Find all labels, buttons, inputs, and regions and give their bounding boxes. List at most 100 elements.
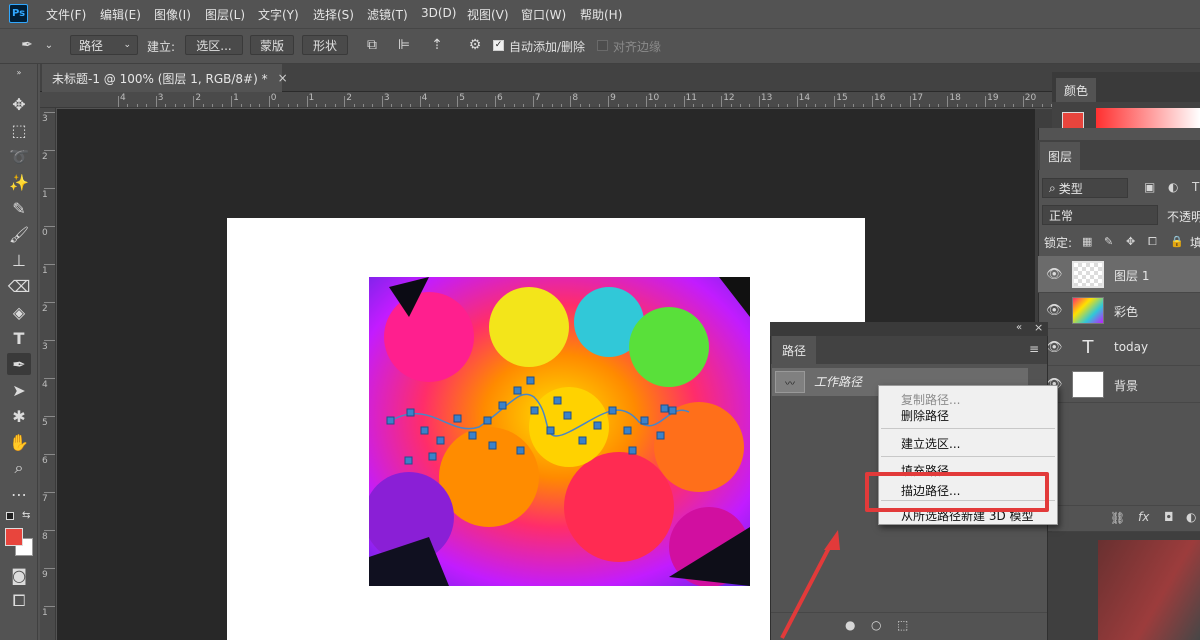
panel-menu-icon[interactable]: ≡ bbox=[1029, 342, 1039, 356]
fx-icon[interactable]: fx bbox=[1138, 510, 1149, 524]
eyedropper-tool-icon[interactable]: ✎ bbox=[7, 197, 31, 219]
make-shape-button[interactable]: 形状 bbox=[302, 35, 348, 55]
lock-position-icon[interactable]: ✥ bbox=[1126, 235, 1135, 248]
ruler-tick bbox=[44, 264, 55, 265]
quick-mask-icon[interactable]: ◙ bbox=[7, 564, 31, 586]
custom-shape-tool-icon[interactable]: ✱ bbox=[7, 405, 31, 427]
more-tools-icon[interactable]: ⋯ bbox=[7, 483, 31, 505]
lock-all-icon[interactable]: 🔒 bbox=[1170, 235, 1184, 248]
filter-pixel-icon[interactable]: ▣ bbox=[1144, 180, 1155, 194]
tab-layers[interactable]: 图层 bbox=[1040, 142, 1080, 170]
make-selection-button[interactable]: 选区... bbox=[185, 35, 243, 55]
zoom-tool-icon[interactable]: ⌕ bbox=[7, 457, 31, 479]
ruler-tick bbox=[44, 606, 55, 607]
auto-add-delete-checkbox[interactable]: ✓ bbox=[493, 40, 504, 51]
chevron-down-icon[interactable]: ⌄ bbox=[40, 36, 58, 54]
close-icon[interactable]: × bbox=[278, 71, 288, 85]
stroke-path-icon[interactable]: ○ bbox=[871, 618, 881, 632]
options-bar: ✒ ⌄ 路径 ⌄ 建立: 选区... 蒙版 形状 ⧉ ⊫ ⇡ ⚙ ✓ 自动添加/… bbox=[0, 28, 1200, 64]
ruler-minor-tick bbox=[1013, 104, 1015, 107]
menu-window[interactable]: 窗口(W) bbox=[521, 6, 566, 23]
collapse-arrows-icon[interactable]: » bbox=[7, 68, 31, 77]
menu-type[interactable]: 文字(Y) bbox=[258, 6, 299, 23]
eye-icon[interactable]: 👁 bbox=[1046, 340, 1063, 355]
move-tool-icon[interactable]: ✥ bbox=[7, 93, 31, 115]
link-icon[interactable]: ⛓ bbox=[1110, 511, 1125, 525]
path-alignment-icon[interactable]: ⊫ bbox=[395, 36, 413, 54]
type-tool-icon[interactable]: T bbox=[7, 327, 31, 349]
default-colors-icon[interactable] bbox=[6, 512, 14, 520]
menu-view[interactable]: 视图(V) bbox=[467, 6, 509, 23]
lock-transparent-icon[interactable]: ▦ bbox=[1082, 235, 1092, 248]
lower-panel-preview bbox=[1098, 540, 1200, 640]
pen-mode-select[interactable]: 路径 ⌄ bbox=[70, 35, 138, 55]
eye-icon[interactable]: 👁 bbox=[1046, 303, 1063, 318]
lock-artboard-icon[interactable]: ⧠ bbox=[1148, 235, 1157, 249]
menu-3d[interactable]: 3D(D) bbox=[421, 6, 456, 20]
layer-filter-select[interactable]: ⌕ 类型 bbox=[1042, 178, 1128, 198]
tab-paths[interactable]: 路径 bbox=[772, 336, 816, 364]
layer-row-background[interactable]: 👁 背景 bbox=[1038, 366, 1200, 403]
gear-icon[interactable]: ⚙ bbox=[466, 36, 484, 54]
layer-thumbnail bbox=[1072, 297, 1104, 324]
menu-help[interactable]: 帮助(H) bbox=[580, 6, 622, 23]
menu-layer[interactable]: 图层(L) bbox=[205, 6, 245, 23]
close-icon[interactable]: × bbox=[1034, 321, 1043, 334]
filter-adjustment-icon[interactable]: ◐ bbox=[1168, 180, 1178, 194]
load-selection-icon[interactable]: ⬚ bbox=[897, 618, 908, 632]
menu-item-make-selection[interactable]: 建立选区... bbox=[901, 435, 960, 452]
ruler-minor-tick bbox=[202, 104, 204, 107]
path-operations-icon[interactable]: ⧉ bbox=[363, 36, 381, 54]
marquee-tool-icon[interactable]: ⬚ bbox=[7, 119, 31, 141]
filter-type-icon[interactable]: T bbox=[1192, 180, 1199, 194]
menu-item-duplicate-path[interactable]: 复制路径... bbox=[901, 391, 960, 408]
screen-mode-icon[interactable]: ⧠ bbox=[7, 590, 31, 612]
pen-tool-preset-icon[interactable]: ✒ bbox=[18, 36, 36, 54]
ruler-minor-tick bbox=[730, 104, 732, 107]
ruler-label: 10 bbox=[647, 93, 660, 103]
pen-tool-icon[interactable]: ✒ bbox=[7, 353, 31, 375]
ruler-minor-tick bbox=[862, 104, 864, 107]
make-mask-button[interactable]: 蒙版 bbox=[250, 35, 294, 55]
eraser-tool-icon[interactable]: ⌫ bbox=[7, 275, 31, 297]
menu-select[interactable]: 选择(S) bbox=[313, 6, 354, 23]
pen-mode-value: 路径 bbox=[79, 38, 104, 53]
ruler-minor-tick bbox=[183, 104, 185, 107]
ruler-tick bbox=[231, 96, 233, 107]
layer-row-layer1[interactable]: 👁 图层 1 bbox=[1038, 256, 1200, 293]
menu-image[interactable]: 图像(I) bbox=[154, 6, 191, 23]
gradient-tool-icon[interactable]: ◈ bbox=[7, 301, 31, 323]
ruler-tick bbox=[44, 188, 55, 189]
align-edges-checkbox[interactable] bbox=[597, 40, 608, 51]
magic-wand-tool-icon[interactable]: ✨ bbox=[7, 171, 31, 193]
collapse-icon[interactable]: « bbox=[1016, 322, 1022, 333]
adjustment-icon[interactable]: ◐ bbox=[1186, 510, 1196, 524]
color-ramp[interactable] bbox=[1096, 108, 1200, 130]
swap-colors-icon[interactable]: ⇆ bbox=[22, 510, 30, 521]
eye-icon[interactable]: 👁 bbox=[1046, 267, 1063, 282]
menu-file[interactable]: 文件(F) bbox=[46, 6, 86, 23]
stamp-tool-icon[interactable]: ⊥ bbox=[7, 249, 31, 271]
lasso-tool-icon[interactable]: ➰ bbox=[7, 145, 31, 167]
brush-tool-icon[interactable]: 🖌 bbox=[7, 223, 31, 245]
lock-image-icon[interactable]: ✎ bbox=[1104, 235, 1113, 248]
ruler-minor-tick bbox=[1032, 104, 1034, 107]
foreground-color-swatch[interactable] bbox=[5, 528, 23, 546]
menu-item-delete-path[interactable]: 删除路径 bbox=[901, 407, 949, 424]
ruler-minor-tick bbox=[853, 104, 855, 107]
tab-color[interactable]: 颜色 bbox=[1056, 78, 1096, 102]
ruler-minor-tick bbox=[410, 104, 412, 107]
ruler-minor-tick bbox=[174, 104, 176, 107]
menu-edit[interactable]: 编辑(E) bbox=[100, 6, 141, 23]
ruler-tick bbox=[608, 96, 610, 107]
path-selection-tool-icon[interactable]: ➤ bbox=[7, 379, 31, 401]
menu-filter[interactable]: 滤镜(T) bbox=[367, 6, 408, 23]
add-mask-icon[interactable]: ◘ bbox=[1164, 510, 1174, 524]
ruler-minor-tick bbox=[297, 104, 299, 107]
layer-row-color[interactable]: 👁 彩色 bbox=[1038, 292, 1200, 329]
layer-row-today[interactable]: 👁 T today bbox=[1038, 329, 1200, 366]
path-arrangement-icon[interactable]: ⇡ bbox=[428, 36, 446, 54]
hand-tool-icon[interactable]: ✋ bbox=[7, 431, 31, 453]
blend-mode-select[interactable]: 正常 bbox=[1042, 205, 1158, 225]
document-tab[interactable]: 未标题-1 @ 100% (图层 1, RGB/8#) * × bbox=[42, 64, 288, 92]
